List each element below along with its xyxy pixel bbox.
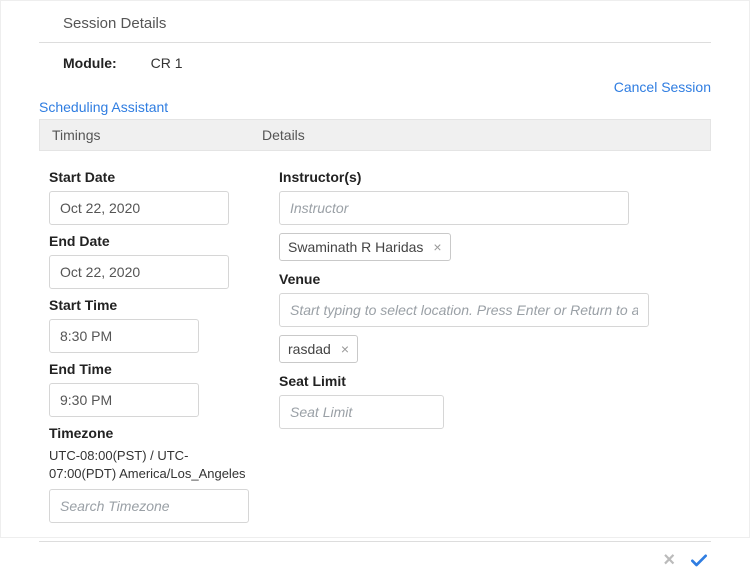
- cancel-session-link[interactable]: Cancel Session: [614, 75, 711, 99]
- venue-input[interactable]: Start typing to select location. Press E…: [279, 293, 649, 327]
- timezone-label: Timezone: [49, 425, 249, 441]
- module-value: CR 1: [151, 55, 183, 71]
- venue-chip[interactable]: rasdad ×: [279, 335, 358, 363]
- start-date-label: Start Date: [49, 169, 249, 185]
- instructor-input[interactable]: Instructor: [279, 191, 629, 225]
- start-time-label: Start Time: [49, 297, 249, 313]
- timezone-placeholder: Search Timezone: [60, 498, 170, 514]
- footer-actions: ×: [39, 541, 711, 570]
- remove-icon[interactable]: ×: [341, 342, 349, 356]
- timezone-input[interactable]: Search Timezone: [49, 489, 249, 523]
- seat-limit-input[interactable]: Seat Limit: [279, 395, 444, 429]
- timezone-text: UTC-08:00(PST) / UTC-07:00(PDT) America/…: [49, 447, 249, 483]
- instructor-chip[interactable]: Swaminath R Haridas ×: [279, 233, 451, 261]
- page-title: Session Details: [39, 9, 711, 43]
- module-label: Module:: [63, 55, 117, 71]
- venue-chip-label: rasdad: [288, 341, 331, 357]
- instructors-label: Instructor(s): [279, 169, 701, 185]
- timings-column: Start Date Oct 22, 2020 End Date Oct 22,…: [39, 163, 259, 531]
- start-time-value: 8:30 PM: [60, 328, 112, 344]
- instructor-chip-label: Swaminath R Haridas: [288, 239, 423, 255]
- start-date-value: Oct 22, 2020: [60, 200, 140, 216]
- section-header-timings: Timings: [40, 120, 250, 150]
- end-time-label: End Time: [49, 361, 249, 377]
- start-date-input[interactable]: Oct 22, 2020: [49, 191, 229, 225]
- end-date-value: Oct 22, 2020: [60, 264, 140, 280]
- venue-label: Venue: [279, 271, 701, 287]
- venue-placeholder: Start typing to select location. Press E…: [290, 302, 638, 318]
- module-row: Module: CR 1: [39, 43, 711, 71]
- seat-limit-label: Seat Limit: [279, 373, 701, 389]
- section-header-row: Timings Details: [39, 119, 711, 151]
- start-time-input[interactable]: 8:30 PM: [49, 319, 199, 353]
- section-header-details: Details: [250, 120, 317, 150]
- end-time-input[interactable]: 9:30 PM: [49, 383, 199, 417]
- instructor-placeholder: Instructor: [290, 200, 348, 216]
- remove-icon[interactable]: ×: [433, 240, 441, 254]
- session-details-panel: Session Details Module: CR 1 Cancel Sess…: [0, 0, 750, 538]
- close-icon[interactable]: ×: [663, 550, 675, 570]
- end-date-label: End Date: [49, 233, 249, 249]
- end-date-input[interactable]: Oct 22, 2020: [49, 255, 229, 289]
- end-time-value: 9:30 PM: [60, 392, 112, 408]
- seat-limit-placeholder: Seat Limit: [290, 404, 352, 420]
- details-column: Instructor(s) Instructor Swaminath R Har…: [259, 163, 711, 531]
- confirm-icon[interactable]: [689, 550, 709, 570]
- scheduling-assistant-link[interactable]: Scheduling Assistant: [39, 99, 711, 119]
